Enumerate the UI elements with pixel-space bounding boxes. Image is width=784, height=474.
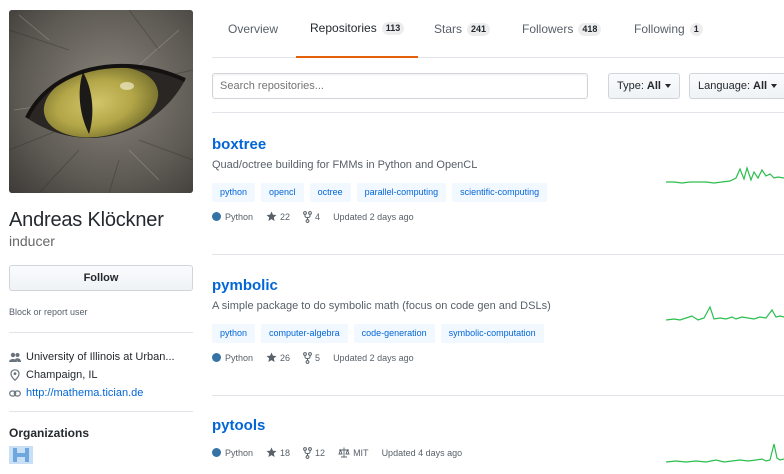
repo-divider xyxy=(212,395,784,396)
tab-stars-label: Stars xyxy=(434,22,463,36)
repo-stars[interactable]: 22 xyxy=(266,211,290,222)
repo-forks[interactable]: 4 xyxy=(303,210,321,223)
repo-language-label: Python xyxy=(225,352,254,363)
tab-overview[interactable]: Overview xyxy=(228,0,278,58)
star-icon xyxy=(266,447,277,458)
detail-organization-text: University of Illinois at Urban... xyxy=(26,350,175,363)
location-icon xyxy=(9,369,21,381)
repo-name-link[interactable]: boxtree xyxy=(212,136,784,154)
fork-icon xyxy=(303,351,312,364)
repo-license: MIT xyxy=(338,447,369,458)
language-color-dot xyxy=(212,212,221,221)
follow-button[interactable]: Follow xyxy=(9,265,193,291)
star-icon xyxy=(266,211,277,222)
topic-tag[interactable]: symbolic-computation xyxy=(440,324,544,343)
repo-divider xyxy=(212,254,784,255)
star-icon xyxy=(266,352,277,363)
repo-name-link[interactable]: pymbolic xyxy=(212,277,784,295)
fork-icon xyxy=(303,446,312,459)
repo-name-link[interactable]: pytools xyxy=(212,417,784,435)
tab-followers[interactable]: Followers 418 xyxy=(522,0,602,58)
repo-language-label: Python xyxy=(225,447,254,458)
detail-location-text: Champaign, IL xyxy=(26,368,98,381)
repo-forks-count: 12 xyxy=(315,447,326,458)
tab-followers-label: Followers xyxy=(522,22,574,36)
repo-meta: Python 22 4 Updated 2 days ago xyxy=(212,210,784,223)
repo-forks[interactable]: 12 xyxy=(303,446,326,459)
organizations-heading: Organizations xyxy=(9,426,90,440)
topic-tag[interactable]: octree xyxy=(309,183,351,202)
tab-stars-count: 241 xyxy=(467,22,491,36)
topic-tag[interactable]: code-generation xyxy=(353,324,435,343)
tab-repositories-count: 113 xyxy=(381,21,405,35)
tab-overview-label: Overview xyxy=(228,22,279,36)
fork-icon xyxy=(303,210,312,223)
repo-language: Python xyxy=(212,353,253,363)
repo-stars-count: 18 xyxy=(280,447,291,458)
activity-sparkline xyxy=(666,305,784,321)
repo-language: Python xyxy=(212,212,253,222)
language-color-dot xyxy=(212,448,221,457)
law-icon xyxy=(338,447,350,458)
repo-updated: Updated 2 days ago xyxy=(333,211,414,222)
detail-organization: University of Illinois at Urban... xyxy=(9,349,193,365)
repo-language: Python xyxy=(212,448,253,458)
profile-username: inducer xyxy=(9,233,55,249)
repo-language-label: Python xyxy=(225,211,254,222)
tab-followers-count: 418 xyxy=(578,22,602,36)
language-filter-dropdown[interactable]: Language: All xyxy=(689,73,784,99)
topic-tag[interactable]: scientific-computing xyxy=(452,183,548,202)
profile-fullname: Andreas Klöckner xyxy=(9,209,164,231)
tab-following-count: 1 xyxy=(689,22,703,36)
sidebar-divider xyxy=(9,332,193,333)
repo-stars[interactable]: 18 xyxy=(266,447,290,458)
link-icon xyxy=(9,387,21,399)
repo-forks[interactable]: 5 xyxy=(303,351,321,364)
repo-stars-count: 26 xyxy=(280,352,291,363)
caret-down-icon xyxy=(771,84,778,88)
activity-sparkline xyxy=(666,443,784,463)
sidebar-divider-2 xyxy=(9,411,193,412)
type-filter-value: All xyxy=(646,80,661,92)
profile-details: University of Illinois at Urban... Champ… xyxy=(9,349,193,401)
tab-repositories-label: Repositories xyxy=(310,21,377,35)
repo-updated: Updated 4 days ago xyxy=(381,447,463,458)
type-filter-label: Type: xyxy=(617,80,644,92)
language-color-dot xyxy=(212,353,221,362)
repo-license-label: MIT xyxy=(353,447,369,458)
organization-logo[interactable] xyxy=(9,446,33,464)
topic-tag[interactable]: parallel-computing xyxy=(356,183,447,202)
detail-website: http://mathema.tician.de xyxy=(9,385,193,401)
language-filter-value: All xyxy=(753,80,768,92)
website-link[interactable]: http://mathema.tician.de xyxy=(26,387,143,400)
repo-stars[interactable]: 26 xyxy=(266,352,290,363)
tab-following-label: Following xyxy=(634,22,685,36)
detail-location: Champaign, IL xyxy=(9,367,193,383)
people-icon xyxy=(9,351,21,363)
tab-repositories[interactable]: Repositories 113 xyxy=(296,0,419,58)
repo-forks-count: 5 xyxy=(315,352,321,363)
repo-forks-count: 4 xyxy=(315,211,321,222)
repo-updated: Updated 2 days ago xyxy=(333,352,414,363)
caret-down-icon xyxy=(664,84,671,88)
tab-following[interactable]: Following 1 xyxy=(634,0,703,58)
search-repositories-input[interactable] xyxy=(212,73,588,99)
topic-tag[interactable]: python xyxy=(212,183,256,202)
type-filter-dropdown[interactable]: Type: All xyxy=(608,73,680,99)
tab-stars[interactable]: Stars 241 xyxy=(434,0,491,58)
topic-tag[interactable]: opencl xyxy=(261,183,304,202)
filter-divider xyxy=(212,112,784,113)
activity-sparkline xyxy=(666,165,784,184)
block-report-link[interactable]: Block or report user xyxy=(9,306,193,318)
avatar[interactable] xyxy=(9,10,193,193)
profile-sidebar: Andreas Klöckner inducer Follow Block or… xyxy=(9,10,193,464)
repo-stars-count: 22 xyxy=(280,211,291,222)
topic-tag[interactable]: computer-algebra xyxy=(261,324,348,343)
topic-tag[interactable]: python xyxy=(212,324,256,343)
language-filter-label: Language: xyxy=(698,80,750,92)
profile-tabs: Overview Repositories 113 Stars 241 Foll… xyxy=(212,0,784,58)
repo-meta: Python 26 5 Updated 2 days ago xyxy=(212,351,784,364)
